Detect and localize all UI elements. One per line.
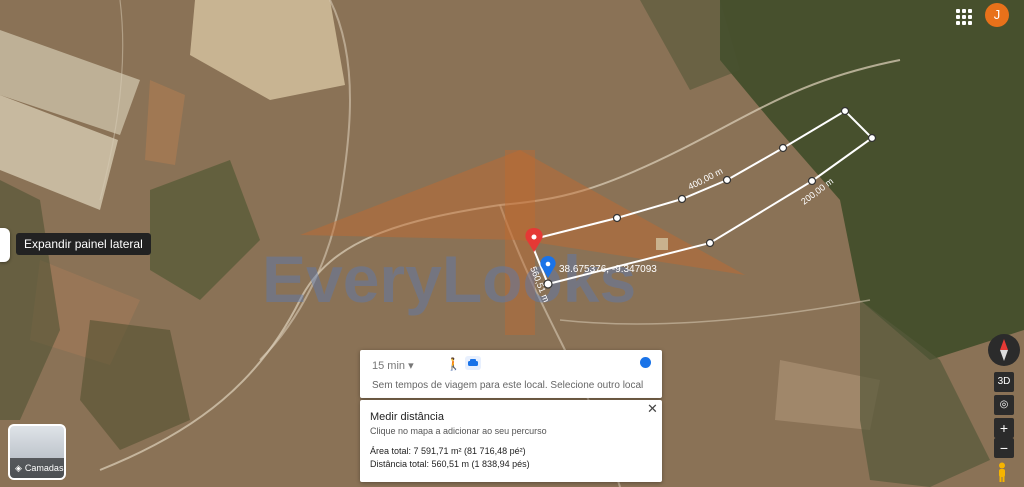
travel-time-card: 15 min ▾ 🚶 Sem tempos de viagem para est… (360, 350, 662, 398)
measure-title: Medir distância (370, 411, 444, 423)
total-distance: Distância total: 560,51 m (1 838,94 pés) (370, 459, 530, 469)
pegman-icon[interactable] (997, 462, 1007, 482)
walking-icon[interactable]: 🚶 (446, 357, 461, 371)
3d-toggle-button[interactable]: 3D (994, 372, 1014, 392)
travel-time-message: Sem tempos de viagem para este local. Se… (372, 380, 644, 391)
zoom-in-button[interactable]: + (994, 418, 1014, 438)
apps-grid-icon[interactable] (954, 7, 974, 27)
total-area: Área total: 7 591,71 m² (81 716,48 pé²) (370, 446, 526, 456)
car-icon[interactable] (465, 356, 481, 370)
expand-side-panel-button[interactable] (0, 228, 10, 262)
chevron-down-icon: ▾ (408, 360, 414, 372)
close-icon[interactable]: ✕ (647, 401, 658, 417)
measure-distance-card: Medir distância ✕ Clique no mapa a adici… (360, 400, 662, 482)
my-location-icon[interactable]: ◎ (994, 395, 1014, 415)
selected-location-dot[interactable] (640, 357, 651, 368)
layers-label: Camadas (24, 463, 64, 473)
coords-label: 38.675376, -9.347093 (559, 264, 657, 275)
layers-button[interactable]: ◈ Camadas (8, 424, 66, 480)
expand-panel-tooltip: Expandir painel lateral (16, 233, 151, 255)
compass-icon[interactable] (988, 334, 1020, 366)
zoom-out-button[interactable]: − (994, 438, 1014, 458)
layers-label-bar: ◈ Camadas (10, 458, 64, 478)
account-avatar[interactable]: J (985, 3, 1009, 27)
watermark-text: EveryLooks (262, 242, 636, 316)
layers-icon: ◈ (15, 462, 22, 473)
travel-time-select[interactable]: 15 min ▾ (372, 359, 414, 372)
measure-hint: Clique no mapa a adicionar ao seu percur… (370, 426, 547, 436)
